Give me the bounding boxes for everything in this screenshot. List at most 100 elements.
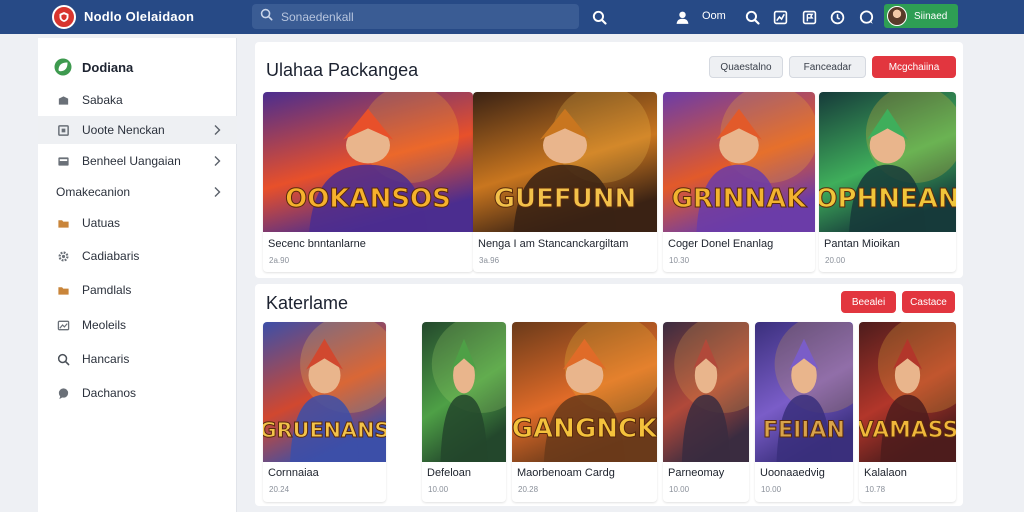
- avatar: [887, 6, 907, 26]
- game-name: Cornnaiaa: [268, 467, 319, 479]
- search-icon: [260, 8, 273, 26]
- featured-title: Ulahaa Packangea: [266, 60, 419, 80]
- sidebar: Dodiana Sabaka Uoote Nenckan Benheel Uan…: [38, 38, 237, 512]
- shield-icon[interactable]: [52, 5, 76, 29]
- chart-icon[interactable]: [771, 8, 789, 26]
- sidebar-item-hancaris[interactable]: Hancaris: [38, 345, 237, 373]
- profile-button[interactable]: Siinaed: [884, 4, 958, 28]
- gear-icon: [56, 249, 70, 263]
- game-artwork: OPHNEAN: [819, 92, 956, 232]
- quaestalno-button[interactable]: Quaestalno: [709, 56, 783, 78]
- game-artwork: FEIIAN: [755, 322, 853, 462]
- sidebar-item-meoleils[interactable]: Meoleils: [38, 311, 237, 339]
- sidebar-heading: Dodiana: [54, 58, 133, 76]
- game-card[interactable]: VAMASS Kalalaon 10.78: [859, 322, 956, 502]
- beealei-button[interactable]: Beealei: [841, 291, 896, 313]
- game-name: Defeloan: [427, 467, 472, 479]
- game-name: Nenga I am Stancanckargiltam: [478, 238, 629, 250]
- user-icon[interactable]: [673, 8, 691, 26]
- chat-icon[interactable]: [857, 8, 875, 26]
- game-name: Secenc bnntanlarne: [268, 238, 366, 250]
- search-icon[interactable]: [743, 8, 761, 26]
- leaf-icon: [54, 58, 72, 76]
- search-icon[interactable]: [590, 8, 608, 26]
- search-icon: [56, 352, 70, 366]
- top-bar: Nodlo Olelaidaon Oom Siinaed: [0, 0, 1024, 34]
- game-meta: 2a.90: [269, 256, 290, 265]
- sidebar-item-uoote-nenckan[interactable]: Uoote Nenckan: [38, 116, 237, 144]
- game-card[interactable]: GANGNCK Maorbenoam Cardg 20.28: [512, 322, 657, 502]
- user-label[interactable]: Oom: [702, 10, 726, 22]
- svg-text:OOKANSOS: OOKANSOS: [285, 184, 451, 214]
- svg-text:GRINNAK: GRINNAK: [672, 184, 808, 214]
- game-art: GUEFUNN: [473, 92, 657, 232]
- search-input[interactable]: [281, 9, 551, 24]
- game-meta: 10.78: [865, 485, 886, 494]
- game-meta: 3a.96: [479, 256, 500, 265]
- game-artwork: [663, 322, 749, 462]
- game-artwork: GRINNAK: [663, 92, 815, 232]
- game-card[interactable]: OPHNEAN Pantan Mioikan 20.00: [819, 92, 956, 272]
- game-meta: 10.30: [669, 256, 690, 265]
- sidebar-item-uatuas[interactable]: Uatuas: [38, 209, 237, 237]
- game-artwork: GANGNCK: [512, 322, 657, 462]
- game-art: OOKANSOS: [263, 92, 473, 232]
- game-meta: 20.24: [269, 485, 290, 494]
- chevron-right-icon: [214, 187, 221, 197]
- svg-text:GUEFUNN: GUEFUNN: [494, 184, 637, 214]
- game-card[interactable]: GUEFUNN Nenga I am Stancanckargiltam 3a.…: [473, 92, 657, 272]
- clock-icon[interactable]: [828, 8, 846, 26]
- catalog-section: Katerlame Beealei Castace GRUENANS Cornn…: [255, 284, 963, 506]
- game-card[interactable]: GRINNAK Coger Donel Enanlag 10.30: [663, 92, 815, 272]
- game-card[interactable]: Defeloan 10.00: [422, 322, 506, 502]
- game-meta: 10.00: [428, 485, 449, 494]
- game-art: GRINNAK: [663, 92, 815, 232]
- game-card[interactable]: GRUENANS Cornnaiaa 20.24: [263, 322, 386, 502]
- game-card[interactable]: OOKANSOS Secenc bnntanlarne 2a.90: [263, 92, 473, 272]
- sidebar-item-dachanos[interactable]: Dachanos: [38, 379, 237, 407]
- game-art: GRUENANS: [263, 322, 386, 462]
- svg-text:GRUENANS: GRUENANS: [263, 418, 386, 442]
- sidebar-item-pamdlals[interactable]: Pamdlals: [38, 276, 237, 304]
- folder-icon: [56, 283, 70, 297]
- svg-text:FEIIAN: FEIIAN: [763, 418, 845, 443]
- square-icon: [56, 123, 70, 137]
- game-meta: 10.00: [669, 485, 690, 494]
- game-art: GANGNCK: [512, 322, 657, 462]
- search-box[interactable]: [252, 4, 579, 29]
- game-artwork: OOKANSOS: [263, 92, 473, 232]
- game-art: [422, 322, 506, 462]
- sidebar-item-benheel-uangaian[interactable]: Benheel Uangaian: [38, 147, 237, 175]
- sidebar-item-sabaka[interactable]: Sabaka: [38, 86, 237, 114]
- svg-text:OPHNEAN: OPHNEAN: [819, 184, 956, 214]
- sidebar-item-omakecanion[interactable]: Omakecanion: [38, 178, 237, 206]
- game-name: Coger Donel Enanlag: [668, 238, 774, 250]
- flag-icon[interactable]: [800, 8, 818, 26]
- game-art: [663, 322, 749, 462]
- game-meta: 10.00: [761, 485, 782, 494]
- card-icon: [56, 154, 70, 168]
- chevron-right-icon: [214, 156, 221, 166]
- featured-section: Ulahaa Packangea Quaestalno Fanceadar Mc…: [255, 42, 963, 278]
- fanceadar-button[interactable]: Fanceadar: [789, 56, 866, 78]
- game-art: FEIIAN: [755, 322, 853, 462]
- game-artwork: [422, 322, 506, 462]
- app-title: Nodlo Olelaidaon: [84, 9, 195, 24]
- castace-button[interactable]: Castace: [902, 291, 955, 313]
- game-card[interactable]: Parneomay 10.00: [663, 322, 749, 502]
- game-name: Parneomay: [668, 467, 725, 479]
- mcgchaiina-button[interactable]: Mcgchaiina: [872, 56, 956, 78]
- folder-icon: [56, 216, 70, 230]
- game-name: Maorbenoam Cardg: [517, 467, 615, 479]
- game-artwork: GRUENANS: [263, 322, 386, 462]
- chat-icon: [56, 386, 70, 400]
- catalog-title: Katerlame: [266, 293, 349, 313]
- game-artwork: VAMASS: [859, 322, 956, 462]
- sidebar-item-cadiabaris[interactable]: Cadiabaris: [38, 242, 237, 270]
- svg-text:VAMASS: VAMASS: [859, 418, 956, 443]
- game-artwork: GUEFUNN: [473, 92, 657, 232]
- game-art: VAMASS: [859, 322, 956, 462]
- game-name: Uoonaaedvig: [760, 467, 825, 479]
- game-card[interactable]: FEIIAN Uoonaaedvig 10.00: [755, 322, 853, 502]
- profile-name: Siinaed: [914, 10, 948, 22]
